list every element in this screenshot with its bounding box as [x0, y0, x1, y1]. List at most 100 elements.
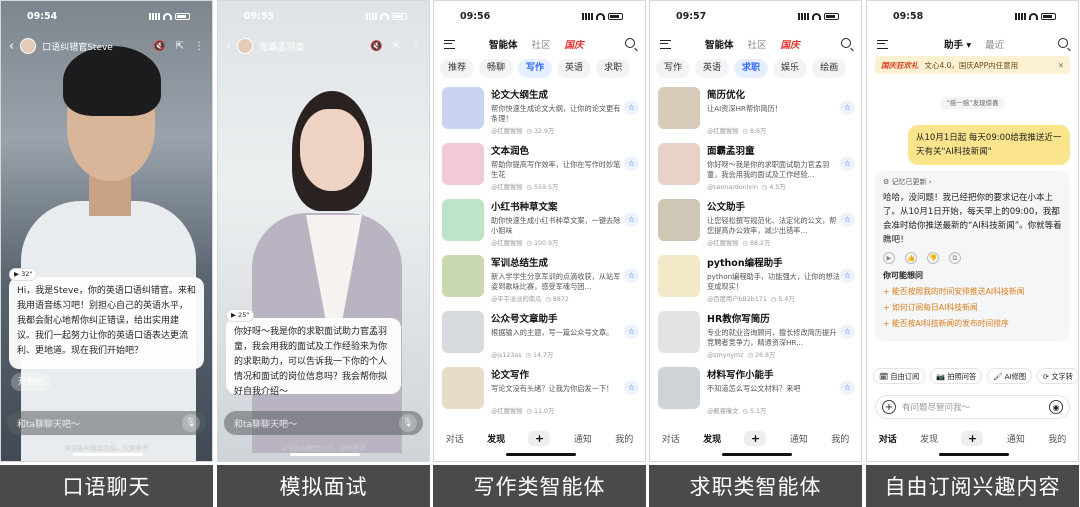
- more-icon[interactable]: ⋮: [411, 41, 421, 52]
- favorite-star-icon[interactable]: ☆: [840, 268, 855, 283]
- nav-notifications[interactable]: 通知: [574, 432, 592, 445]
- voice-duration[interactable]: ▶ 32": [9, 268, 38, 281]
- microphone-icon[interactable]: 🎙: [399, 414, 417, 432]
- create-button[interactable]: +: [744, 430, 767, 446]
- suggestion-item[interactable]: + 能否按照我的时间安排推送AI科技新闻: [883, 284, 1062, 300]
- tab-agents[interactable]: 智能体: [705, 37, 734, 51]
- category-chip[interactable]: 写作: [656, 59, 691, 78]
- suggestion-item[interactable]: + 能否按AI科技新闻的发布时间排序: [883, 316, 1062, 332]
- copy-icon[interactable]: ⧉: [949, 252, 961, 264]
- tab-national-day[interactable]: 国庆: [565, 37, 584, 51]
- create-button[interactable]: +: [528, 430, 551, 446]
- play-icon[interactable]: ▶: [883, 252, 895, 264]
- favorite-star-icon[interactable]: ☆: [840, 156, 855, 171]
- favorite-star-icon[interactable]: ☆: [840, 212, 855, 227]
- nav-profile[interactable]: 我的: [1048, 432, 1066, 445]
- back-icon[interactable]: ‹: [9, 39, 14, 54]
- nav-chat[interactable]: 对话: [879, 432, 897, 445]
- thumbs-down-icon[interactable]: 👎: [927, 252, 939, 264]
- category-chip[interactable]: 英语: [695, 59, 730, 78]
- close-icon[interactable]: ✕: [1058, 61, 1064, 70]
- avatar[interactable]: [237, 38, 254, 54]
- favorite-star-icon[interactable]: ☆: [840, 380, 855, 395]
- agent-item[interactable]: 简历优化 让AI资深HR帮你简历！ @红魔猴猴 ◷ 8.6万 ☆: [658, 87, 855, 139]
- favorite-star-icon[interactable]: ☆: [624, 212, 639, 227]
- tab-assistant[interactable]: 助手 ▾: [944, 37, 971, 51]
- tab-community[interactable]: 社区: [532, 37, 551, 51]
- duration-value: 25": [238, 311, 250, 319]
- more-icon[interactable]: ⋮: [194, 41, 204, 52]
- category-chip-active[interactable]: 写作: [518, 59, 553, 78]
- suggestion-item[interactable]: + 如何订阅每日AI科技新闻: [883, 300, 1062, 316]
- tab-agents[interactable]: 智能体: [489, 37, 518, 51]
- voice-duration[interactable]: ▶ 25": [226, 309, 255, 322]
- memory-updated[interactable]: ⚙ 记忆已更新 ›: [883, 177, 1062, 187]
- avatar[interactable]: [20, 38, 37, 54]
- category-chip[interactable]: 绘画: [812, 59, 847, 78]
- agent-item[interactable]: 文本润色 帮助你提高写作效率，让你在写作时妙笔生花 @红魔猴猴 ◷ 559.5万 ☆: [442, 143, 639, 195]
- nav-profile[interactable]: 我的: [831, 432, 849, 445]
- nav-notifications[interactable]: 通知: [1007, 432, 1025, 445]
- favorite-star-icon[interactable]: ☆: [624, 156, 639, 171]
- agent-item[interactable]: 论文大纲生成 帮你快速生成论文大纲，让你的论文更有条理！ @红魔猴猴 ◷ 32.9万…: [442, 87, 639, 139]
- mute-icon[interactable]: 🔇: [370, 41, 382, 52]
- create-button[interactable]: +: [961, 430, 984, 446]
- category-chip[interactable]: 英语: [557, 59, 592, 78]
- agent-item[interactable]: 材料写作小能手 不知道怎么写公文材料？来吧 @靓睿庵文 ◷ 5.1万 ☆: [658, 367, 855, 419]
- tab-national-day[interactable]: 国庆: [781, 37, 800, 51]
- tool-subscribe[interactable]: 🗓 自由订阅: [873, 368, 926, 384]
- mute-icon[interactable]: 🔇: [153, 41, 165, 52]
- chat-input[interactable]: 和ta聊聊天吧～ 🎙: [224, 411, 423, 435]
- favorite-star-icon[interactable]: ☆: [624, 380, 639, 395]
- thumbs-up-icon[interactable]: 👍: [905, 252, 917, 264]
- nav-chat[interactable]: 对话: [446, 432, 464, 445]
- favorite-star-icon[interactable]: ☆: [624, 100, 639, 115]
- agent-item[interactable]: 军训总结生成 新入学学生分享军训的点滴收获，从站军姿到歌咏比赛，感受军魂与团...…: [442, 255, 639, 307]
- nav-discover[interactable]: 发现: [703, 432, 721, 445]
- tool-text-convert[interactable]: ⟳ 文字转: [1037, 368, 1078, 384]
- favorite-star-icon[interactable]: ☆: [624, 324, 639, 339]
- nav-discover[interactable]: 发现: [920, 432, 938, 445]
- microphone-icon[interactable]: 🎙: [182, 414, 200, 432]
- nav-discover[interactable]: 发现: [487, 432, 505, 445]
- search-icon[interactable]: [1058, 38, 1068, 48]
- ask-input[interactable]: + 有问题尽管问我～ ◉: [875, 395, 1070, 419]
- nav-chat[interactable]: 对话: [662, 432, 680, 445]
- agent-item[interactable]: 小红书种草文案 助你快速生成小红书种草文案，一键去除小姐味 @红魔猴猴 ◷ 100.…: [442, 199, 639, 251]
- search-icon[interactable]: [625, 38, 635, 48]
- menu-icon[interactable]: [660, 39, 671, 49]
- start-button[interactable]: 开始吧: [11, 373, 51, 391]
- share-icon[interactable]: ⇱: [176, 41, 184, 52]
- category-chip[interactable]: 推荐: [440, 59, 475, 78]
- agent-item[interactable]: HR教你写简历 专业的就业咨询顾问，擅长修改简历提升竞聘者竞争力，精通资深HR..…: [658, 311, 855, 363]
- category-chip[interactable]: 求职: [596, 59, 631, 78]
- search-icon[interactable]: [841, 38, 851, 48]
- agent-body: 公众号文章助手 根据输入的主题，写一篇公众号文章。 @js123as ◷ 14.7万: [491, 311, 624, 363]
- menu-icon[interactable]: [444, 39, 455, 49]
- agent-desc: python编程助手，功能强大，让你的想法变成现实！: [707, 272, 840, 291]
- category-chip[interactable]: 畅聊: [479, 59, 514, 78]
- menu-icon[interactable]: [877, 39, 888, 49]
- favorite-star-icon[interactable]: ☆: [840, 100, 855, 115]
- agent-item[interactable]: 面霸孟羽童 你好呀～我是你的求职面试助力官孟羽童，我会用我的面试及工作经验... @…: [658, 143, 855, 195]
- agent-item[interactable]: 论文写作 写论文没有头绪？让我为你启发一下！ @红魔猴猴 ◷ 11.0万 ☆: [442, 367, 639, 419]
- category-chip-active[interactable]: 求职: [734, 59, 769, 78]
- favorite-star-icon[interactable]: ☆: [840, 324, 855, 339]
- tab-recent[interactable]: 最近: [985, 37, 1004, 51]
- nav-notifications[interactable]: 通知: [790, 432, 808, 445]
- agent-item[interactable]: 公众号文章助手 根据输入的主题，写一篇公众号文章。 @js123as ◷ 14.7万…: [442, 311, 639, 363]
- voice-icon[interactable]: ◉: [1049, 400, 1063, 414]
- tool-ai-retouch[interactable]: 🖌 AI修图: [987, 368, 1033, 384]
- category-chip[interactable]: 娱乐: [773, 59, 808, 78]
- promo-banner[interactable]: 国庆狂欢礼 文心4.0，国庆APP内任意用 ✕: [875, 56, 1070, 74]
- back-icon[interactable]: ‹: [226, 39, 231, 54]
- add-icon[interactable]: +: [882, 400, 896, 414]
- agent-item[interactable]: python编程助手 python编程助手，功能强大，让你的想法变成现实！ @百度用…: [658, 255, 855, 307]
- chat-input[interactable]: 和ta聊聊天吧～ 🎙: [7, 411, 206, 435]
- share-icon[interactable]: ⇱: [393, 41, 401, 52]
- nav-profile[interactable]: 我的: [615, 432, 633, 445]
- tab-community[interactable]: 社区: [748, 37, 767, 51]
- tool-photo-qa[interactable]: 📷 拍照问答: [930, 368, 983, 384]
- agent-item[interactable]: 公文助手 让您轻松撰写规范化、法定化的公文，帮您提高办公效率，减少出错率... @红…: [658, 199, 855, 251]
- favorite-star-icon[interactable]: ☆: [624, 268, 639, 283]
